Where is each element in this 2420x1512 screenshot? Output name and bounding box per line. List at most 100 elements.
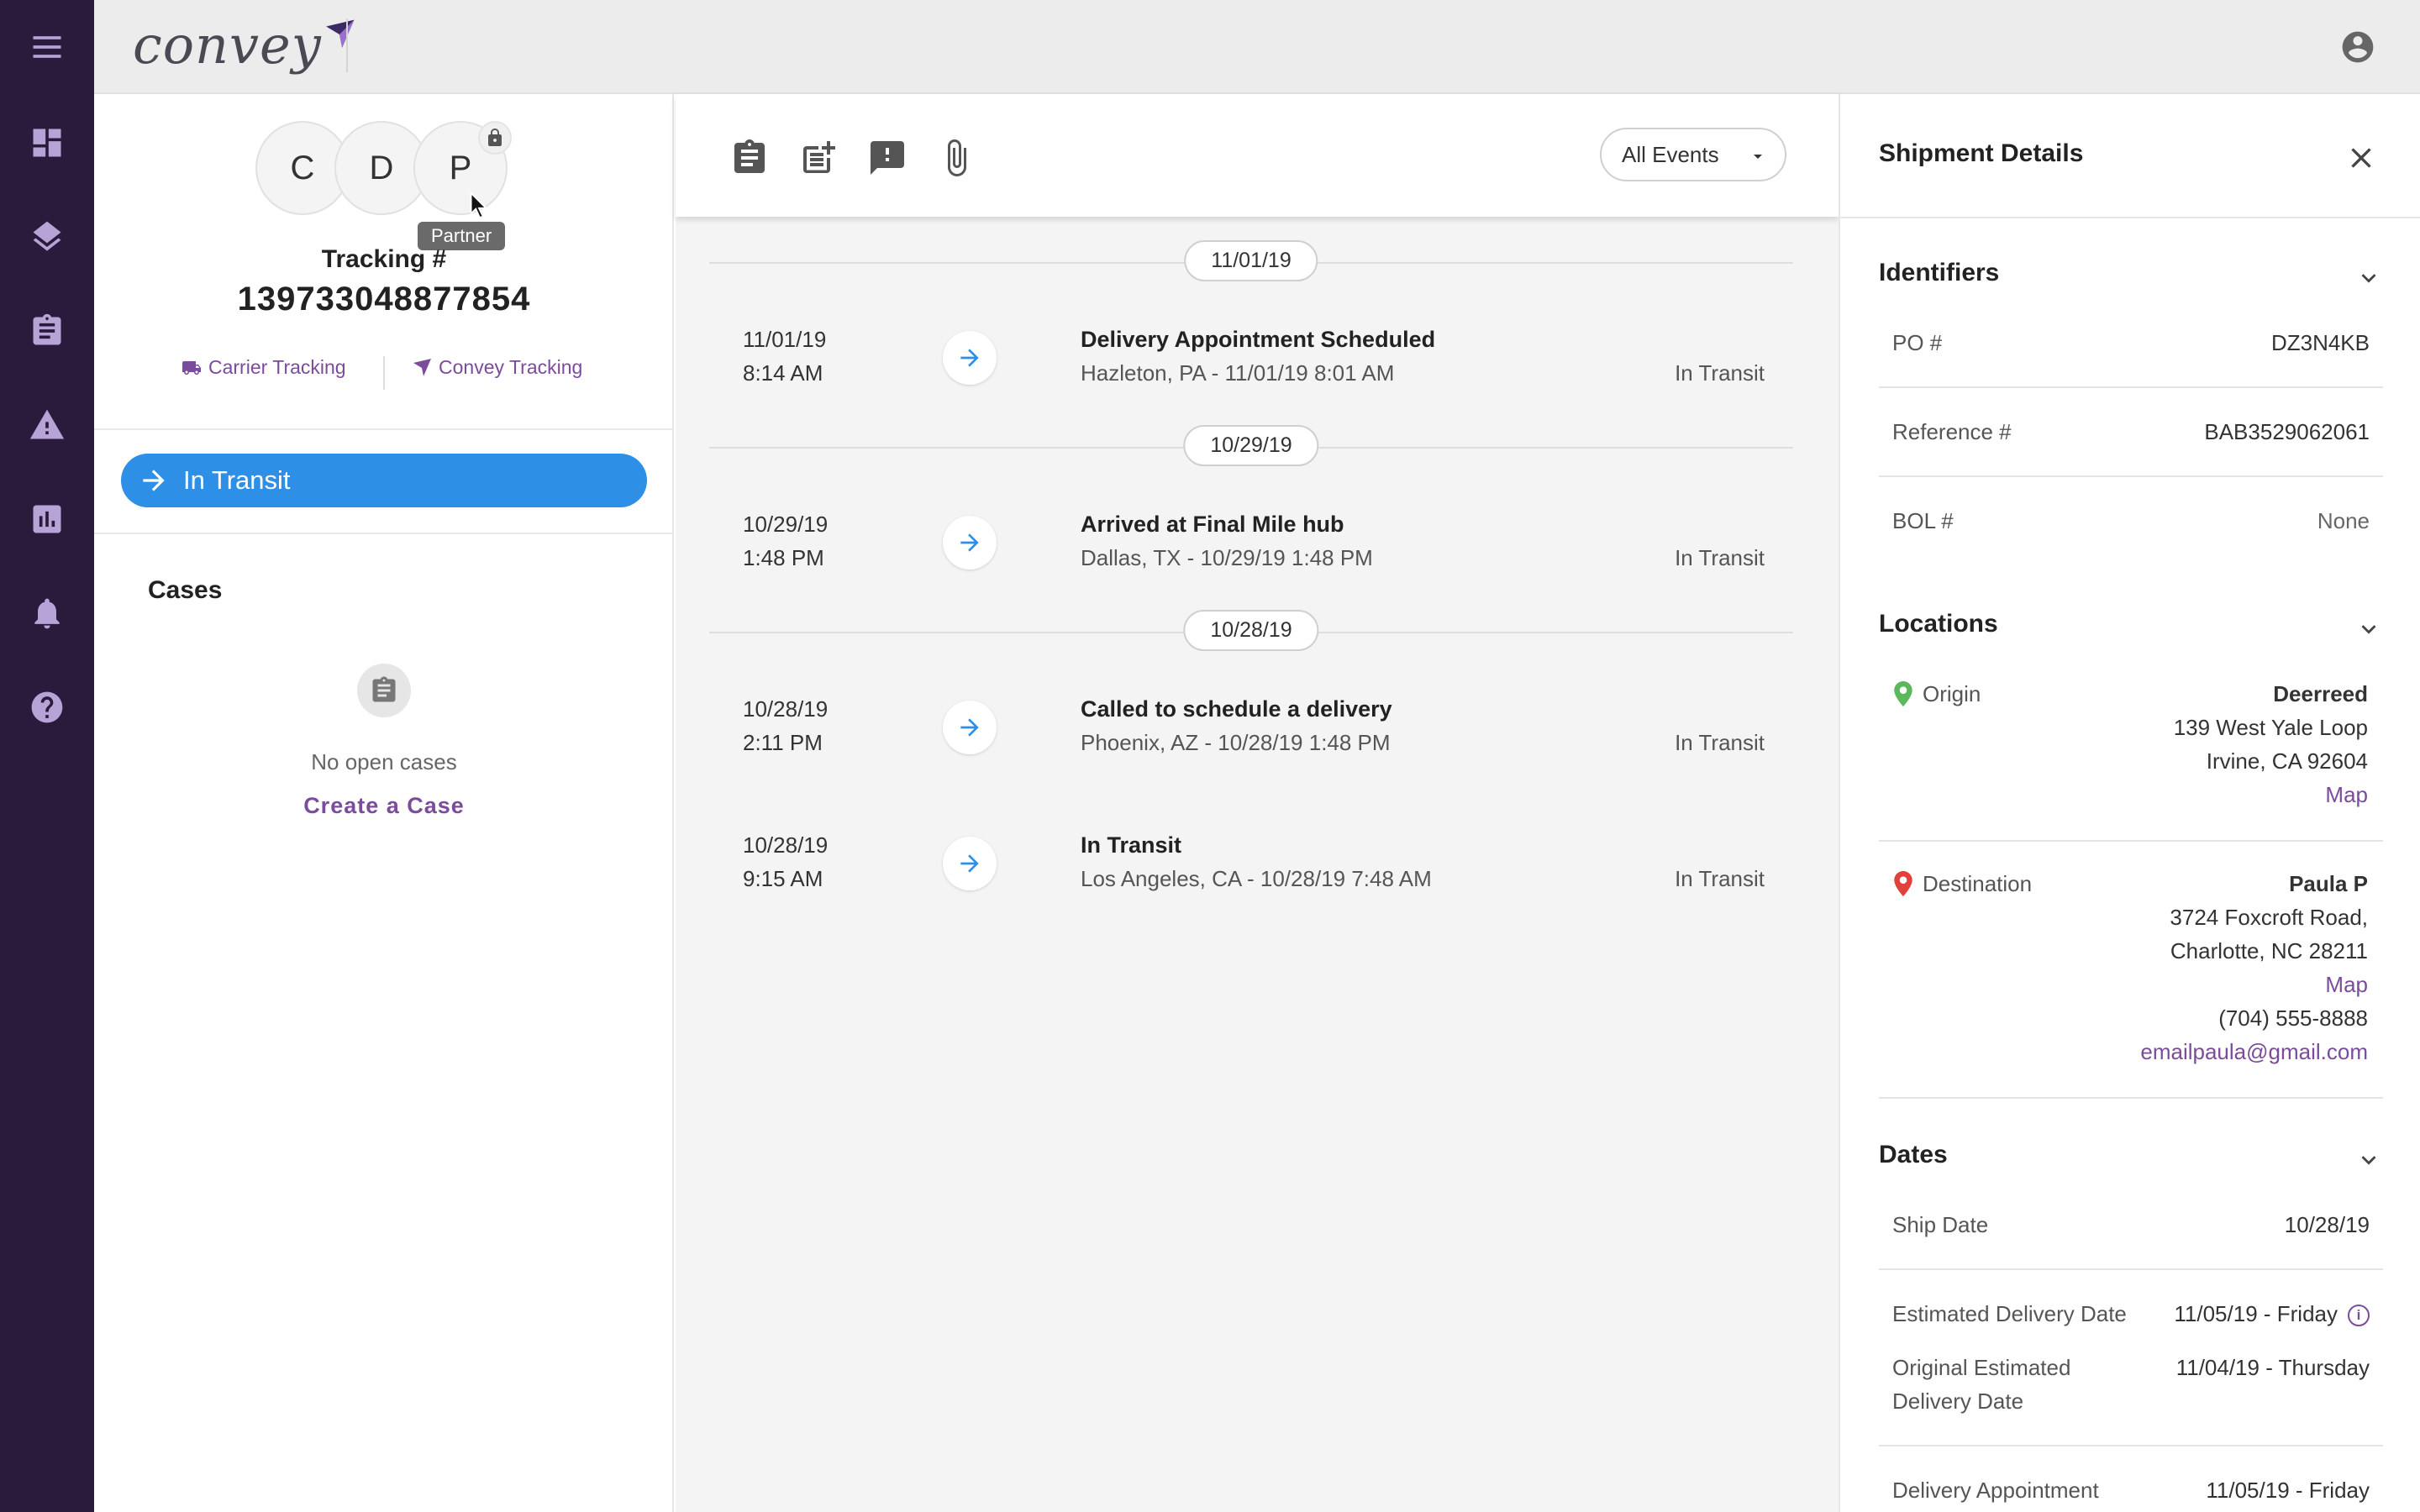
destination-phone: (704) 555-8888 <box>2218 1005 2368 1031</box>
feedback-button[interactable] <box>867 138 908 178</box>
bol-label: BOL # <box>1892 508 1954 533</box>
event-location: Hazleton, PA - 11/01/19 8:01 AM <box>1081 360 1395 386</box>
create-case-link[interactable]: Create a Case <box>94 793 674 819</box>
dashboard-icon <box>33 129 61 157</box>
lock-icon <box>488 129 502 146</box>
info-icon[interactable]: i <box>2348 1305 2370 1327</box>
event-time: 9:15 AM <box>743 866 823 891</box>
layers-icon <box>33 221 61 251</box>
event-datetime: 11/01/19 8:14 AM <box>743 323 826 390</box>
event-status-marker <box>943 331 997 385</box>
events-filter-value: All Events <box>1622 141 1719 167</box>
close-details-button[interactable] <box>2344 141 2378 175</box>
convey-logo[interactable]: convey <box>133 12 355 79</box>
original-estimated-label-line1: Original Estimated <box>1892 1355 2071 1380</box>
event-status: In Transit <box>1675 545 1765 570</box>
estimated-delivery-label: Estimated Delivery Date <box>1892 1301 2127 1326</box>
convey-tracking-link[interactable]: Convey Tracking <box>412 356 582 379</box>
tracking-panel: C D P Partner Tracking # 139733048877854… <box>94 94 674 1512</box>
ship-date-label: Ship Date <box>1892 1212 1989 1237</box>
event-location: Los Angeles, CA - 10/28/19 7:48 AM <box>1081 866 1432 891</box>
attachment-button[interactable] <box>936 138 976 178</box>
caret-down-icon <box>1754 155 1762 159</box>
map-pin-icon <box>1894 681 1912 706</box>
events-filter-select[interactable]: All Events <box>1600 128 1786 181</box>
chevron-down-icon <box>2361 625 2376 634</box>
destination-label: Destination <box>1892 867 2032 900</box>
account-circle-icon <box>2342 31 2374 63</box>
nav-layers[interactable] <box>0 190 94 284</box>
event-time: 8:14 AM <box>743 360 823 386</box>
tracking-links-divider <box>383 356 385 390</box>
carrier-tracking-link[interactable]: Carrier Tracking <box>182 356 346 379</box>
dates-title: Dates <box>1879 1141 1948 1168</box>
event-row[interactable]: 10/29/19 1:48 PM Arrived at Final Mile h… <box>709 472 1793 606</box>
origin-city: Irvine, CA 92604 <box>2206 748 2368 774</box>
event-status: In Transit <box>1675 360 1765 386</box>
shipment-details-panel: Shipment Details Identifiers PO # DZ3N4K… <box>1839 94 2420 1512</box>
nav-dashboard[interactable] <box>0 96 94 190</box>
map-pin-icon <box>1894 871 1912 896</box>
event-status-marker <box>943 837 997 890</box>
po-value: DZ3N4KB <box>2270 330 2370 355</box>
cases-empty-icon <box>357 664 411 717</box>
event-location: Dallas, TX - 10/29/19 1:48 PM <box>1081 545 1373 570</box>
destination-street: 3724 Foxcroft Road, <box>2170 905 2368 930</box>
date-separator: 10/28/19 <box>709 606 1793 657</box>
delivery-appointment-label: Delivery Appointment <box>1892 1478 2099 1503</box>
locations-section-toggle[interactable]: Locations <box>1879 610 2383 647</box>
original-estimated-value: 11/04/19 - Thursday <box>2175 1355 2370 1380</box>
details-header: Shipment Details <box>1840 94 2420 218</box>
nav-help[interactable] <box>0 660 94 754</box>
arrow-right-icon <box>960 349 979 367</box>
event-title: In Transit <box>1081 832 1182 858</box>
date-pill: 11/01/19 <box>1184 240 1318 281</box>
feedback-icon <box>871 141 904 175</box>
origin-label: Origin <box>1892 677 1981 711</box>
identifiers-section-toggle[interactable]: Identifiers <box>1879 259 2383 296</box>
events-view-button[interactable] <box>729 138 770 178</box>
event-row[interactable]: 10/28/19 2:11 PM Called to schedule a de… <box>709 657 1793 791</box>
account-button[interactable] <box>2339 29 2376 66</box>
event-row[interactable]: 10/28/19 9:15 AM In Transit Los Angeles,… <box>709 793 1793 927</box>
bol-value: None <box>2317 508 2370 533</box>
add-note-button[interactable] <box>798 138 839 178</box>
origin-name: Deerreed <box>2273 681 2368 706</box>
estimated-delivery-value-wrap: 11/05/19 - Friday i <box>2174 1297 2370 1331</box>
event-row[interactable]: 11/01/19 8:14 AM Delivery Appointment Sc… <box>709 287 1793 422</box>
bar-chart-icon <box>33 505 61 533</box>
event-title: Arrived at Final Mile hub <box>1081 512 1344 537</box>
nav-notifications[interactable] <box>0 566 94 660</box>
arrow-right-icon <box>960 533 979 552</box>
close-icon <box>2351 148 2371 168</box>
estimated-delivery-value: 11/05/19 - Friday <box>2174 1301 2338 1326</box>
event-date: 10/28/19 <box>743 696 829 722</box>
help-icon <box>31 691 63 723</box>
origin-map-link[interactable]: Map <box>2174 778 2368 811</box>
destination-map-link[interactable]: Map <box>2140 968 2368 1001</box>
tracking-number: 139733048877854 <box>237 281 531 318</box>
hamburger-menu-icon <box>33 36 61 58</box>
event-date: 10/29/19 <box>743 512 829 537</box>
destination-label-text: Destination <box>1923 871 2033 896</box>
date-pill: 10/29/19 <box>1183 425 1319 466</box>
po-label: PO # <box>1892 330 1943 355</box>
nav-clipboard[interactable] <box>0 284 94 378</box>
menu-button[interactable] <box>0 0 94 94</box>
dates-section-toggle[interactable]: Dates <box>1879 1141 2383 1178</box>
status-pill[interactable]: In Transit <box>121 454 647 507</box>
paperclip-icon <box>948 139 966 176</box>
destination-email-link[interactable]: emailpaula@gmail.com <box>2140 1035 2368 1068</box>
bell-icon <box>34 598 60 629</box>
tracking-label: Tracking # <box>321 245 447 273</box>
truck-icon <box>182 360 201 375</box>
convey-arrow-icon <box>413 358 431 376</box>
event-location: Phoenix, AZ - 10/28/19 1:48 PM <box>1081 730 1391 755</box>
nav-reports[interactable] <box>0 472 94 566</box>
nav-alerts[interactable] <box>0 378 94 472</box>
clipboard-icon <box>734 139 765 173</box>
clipboard-icon <box>372 676 396 702</box>
logo-text: convey <box>133 14 322 76</box>
post-add-icon <box>803 141 835 173</box>
date-separator: 11/01/19 <box>709 237 1793 287</box>
